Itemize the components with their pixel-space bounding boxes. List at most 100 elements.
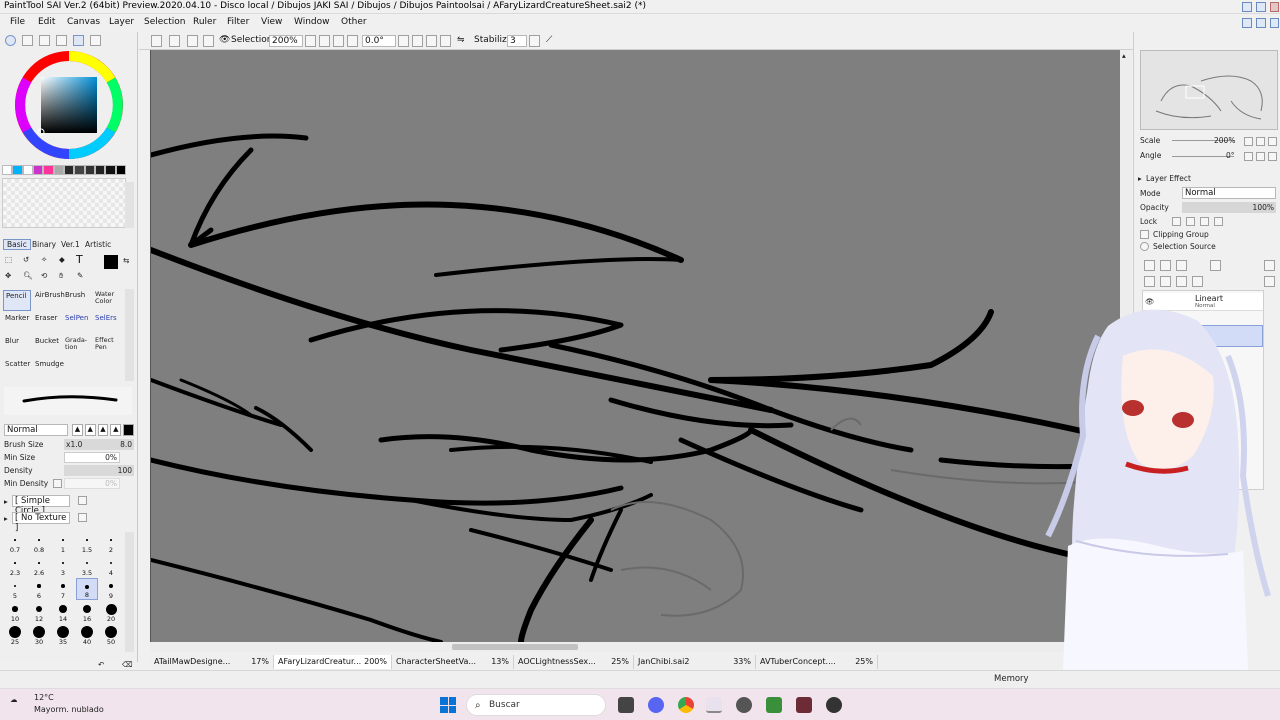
chrome-icon[interactable] <box>678 697 694 713</box>
toolset-tab-binary[interactable]: Binary <box>32 240 56 249</box>
scratchpad-mode-icon[interactable] <box>90 35 101 46</box>
blend-mode-select[interactable]: Normal <box>4 424 68 436</box>
brush-size-preset[interactable]: 3 <box>52 555 74 577</box>
rotate-icon[interactable]: ⟲ <box>41 271 47 280</box>
doc-tab[interactable]: CharacterSheetVa... 13% <box>392 655 514 669</box>
doc-tab-active[interactable]: AFaryLizardCreatur... 200% <box>274 655 392 669</box>
text-tool-icon[interactable]: T <box>76 253 83 266</box>
brush-size-preset[interactable]: 10 <box>4 601 26 623</box>
tip-shape-1[interactable]: ▲ <box>72 424 83 436</box>
swatch[interactable] <box>2 165 13 175</box>
menu-edit[interactable]: Edit <box>38 17 55 27</box>
windows-start-icon[interactable] <box>440 697 456 713</box>
zoom-field[interactable]: 200% <box>269 35 303 47</box>
swatch[interactable] <box>84 165 95 175</box>
new-layer-icon[interactable] <box>1144 260 1155 271</box>
toolbar-undo-icon[interactable] <box>151 35 162 47</box>
eyedropper-icon[interactable]: ✎ <box>77 271 83 280</box>
brush-size-preset[interactable]: 7 <box>52 578 74 600</box>
discord-icon[interactable] <box>648 697 664 713</box>
zoom-icon[interactable]: 🔍︎ <box>23 271 33 280</box>
color-wheel[interactable] <box>14 50 124 160</box>
lock-paint-icon[interactable] <box>1186 217 1195 226</box>
layer-effect-icon[interactable] <box>1210 260 1221 271</box>
app-icon[interactable] <box>796 697 812 713</box>
layer-opacity-slider[interactable]: 100% <box>1182 202 1276 213</box>
color-mixer-mode-icon[interactable] <box>56 35 67 46</box>
brush-size-preset[interactable]: 1.5 <box>76 532 98 554</box>
brush-size-preset[interactable]: 30 <box>28 624 50 646</box>
brush-size-preset[interactable]: 0.8 <box>28 532 50 554</box>
angle-slider[interactable] <box>1172 156 1234 157</box>
min-density-checkbox[interactable] <box>53 479 62 488</box>
tool-eraser[interactable]: Eraser <box>33 313 61 334</box>
canvas-horizontal-scrollbar[interactable] <box>150 642 1120 652</box>
scroll-up-icon[interactable]: ▴ <box>1122 51 1126 60</box>
lasso-icon[interactable]: ↺ <box>23 255 29 264</box>
swatch[interactable] <box>22 165 33 175</box>
angle-reset-icon[interactable] <box>1268 152 1277 161</box>
swatch[interactable] <box>74 165 85 175</box>
zoom-reset-icon[interactable] <box>347 35 358 47</box>
rotate-ccw-icon[interactable] <box>412 35 423 47</box>
navigator-preview[interactable] <box>1140 50 1278 130</box>
flip-icon[interactable]: ⇋ <box>457 35 465 47</box>
taskbar-search[interactable]: ⌕ Buscar <box>466 694 606 716</box>
density-slider[interactable]: 100 <box>64 465 134 476</box>
tool-effect-pen[interactable]: Effect Pen <box>93 336 123 357</box>
swatch[interactable] <box>105 165 116 175</box>
brush-size-preset[interactable]: 1 <box>52 532 74 554</box>
brush-texture-option[interactable] <box>78 513 87 522</box>
doc-minimize-button[interactable] <box>1242 18 1252 28</box>
brush-size-preset[interactable]: 20 <box>100 601 122 623</box>
layer-panel-options-icon[interactable] <box>1264 260 1275 271</box>
selection-source-checkbox[interactable] <box>1140 242 1149 251</box>
brush-shape-option[interactable] <box>78 496 87 505</box>
tool-airbrush[interactable]: AirBrush <box>33 290 65 311</box>
maximize-button[interactable] <box>1256 2 1266 12</box>
brush-size-preset[interactable]: 9 <box>100 578 122 600</box>
zoom-out-icon[interactable] <box>319 35 330 47</box>
toolset-tab-basic[interactable]: Basic <box>3 239 31 250</box>
clear-layer-icon[interactable] <box>1176 276 1187 287</box>
brush-size-preset[interactable]: 14 <box>52 601 74 623</box>
shape-icon[interactable]: ◆ <box>59 255 65 264</box>
zoom-dropdown-icon[interactable] <box>305 35 316 47</box>
clipping-group-checkbox[interactable] <box>1140 230 1149 239</box>
rotate-reset-icon[interactable] <box>440 35 451 47</box>
rect-select-icon[interactable]: ⬚ <box>5 255 12 264</box>
menu-layer[interactable]: Layer <box>109 17 134 27</box>
drawing-canvas[interactable] <box>150 50 1120 642</box>
tip-shape-2[interactable]: ▲ <box>84 424 96 436</box>
menu-other[interactable]: Other <box>341 17 367 27</box>
doc-tab[interactable]: JanChibi.sai2 33% <box>634 655 756 669</box>
swatch[interactable] <box>53 165 64 175</box>
brush-size-preset[interactable]: 8 <box>76 578 98 600</box>
brush-size-slider[interactable]: x1.0 8.0 <box>64 439 134 450</box>
tool-marker[interactable]: Marker <box>3 313 31 334</box>
new-linework-layer-icon[interactable] <box>1160 260 1171 271</box>
brush-size-preset[interactable]: 2.3 <box>4 555 26 577</box>
steam-icon[interactable] <box>736 697 752 713</box>
tool-brush[interactable]: Brush <box>63 290 91 311</box>
brush-size-preset[interactable]: 50 <box>100 624 122 646</box>
tip-shape-3[interactable]: ▲ <box>97 424 109 436</box>
rotate-cw-icon[interactable] <box>426 35 437 47</box>
swatch[interactable] <box>32 165 44 175</box>
menu-view[interactable]: View <box>261 17 282 27</box>
minimize-button[interactable] <box>1242 2 1252 12</box>
doc-tab[interactable]: ATailMawDesigne... 17% <box>150 655 274 669</box>
brush-texture-expander[interactable]: ▸ <box>4 514 8 523</box>
selection-eye-icon[interactable]: 👁︎ <box>219 35 230 47</box>
brush-size-preset[interactable]: 2.6 <box>28 555 50 577</box>
menu-filter[interactable]: Filter <box>227 17 249 27</box>
angle-field[interactable]: 0.0° <box>362 35 396 47</box>
zoom-in-icon[interactable] <box>333 35 344 47</box>
doc-tab[interactable]: AOCLightnessSex... 25% <box>514 655 634 669</box>
scale-zoom-in-icon[interactable] <box>1256 137 1265 146</box>
toolset-tab-ver1[interactable]: Ver.1 <box>61 240 80 249</box>
task-view-icon[interactable] <box>618 697 634 713</box>
rgb-slider-mode-icon[interactable] <box>22 35 33 46</box>
doc-tab[interactable]: AVTuberConcept.... 25% <box>756 655 878 669</box>
undo-icon[interactable]: ↶ <box>98 660 104 669</box>
